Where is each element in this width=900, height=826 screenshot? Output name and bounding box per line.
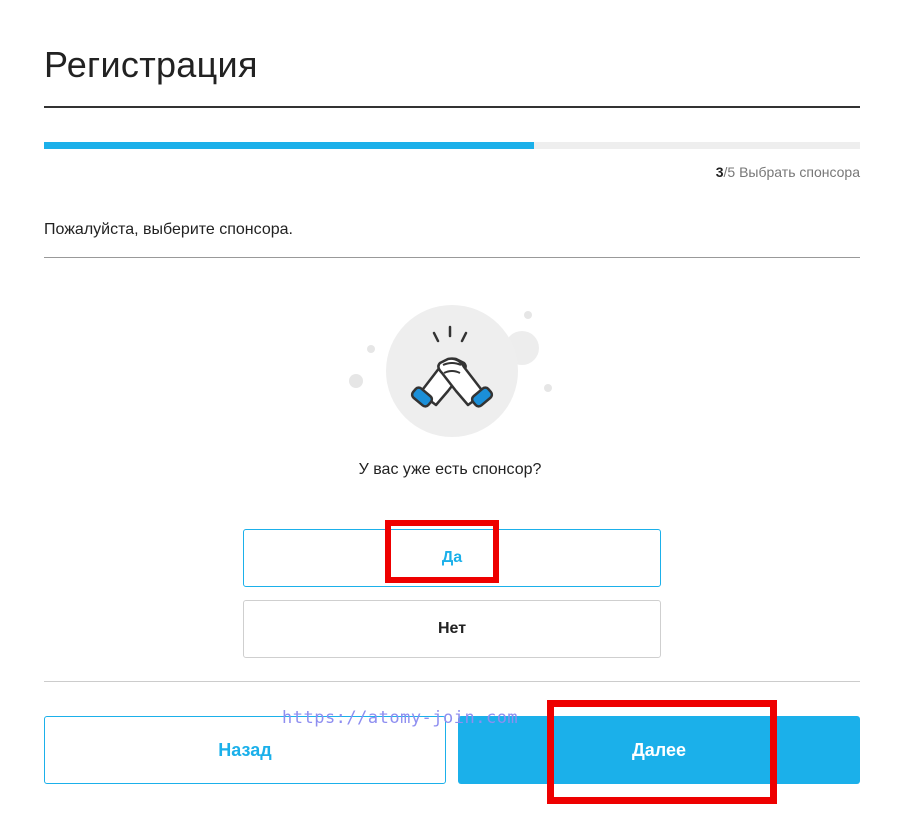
- no-option-button[interactable]: Нет: [243, 600, 661, 658]
- instruction-divider: [44, 257, 860, 258]
- handshake-icon: [349, 305, 552, 437]
- page-title: Регистрация: [44, 44, 258, 85]
- footer-divider: [44, 681, 860, 682]
- sponsor-question: У вас уже есть спонсор?: [358, 461, 542, 478]
- title-divider: [44, 106, 860, 108]
- yes-highlight-box: [385, 520, 499, 583]
- step-current: 3: [715, 164, 724, 180]
- instruction-text: Пожалуйста, выберите спонсора.: [44, 221, 293, 238]
- progress-bar: [44, 142, 860, 149]
- next-highlight-box: [547, 700, 777, 804]
- step-label: /5 Выбрать спонсора: [723, 164, 860, 180]
- progress-bar-fill: [44, 142, 534, 149]
- step-indicator: 3/5 Выбрать спонсора: [716, 164, 860, 180]
- watermark-text: https://atomy-join.com: [282, 708, 519, 728]
